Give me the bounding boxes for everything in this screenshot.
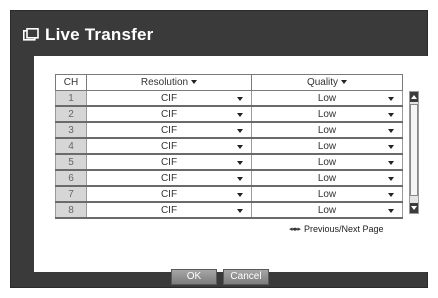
quality-select[interactable]: Low bbox=[251, 105, 403, 123]
channel-number: 7 bbox=[55, 185, 87, 203]
window-icon bbox=[23, 28, 39, 41]
chevron-down-icon bbox=[388, 145, 394, 149]
ch-column-header: CH bbox=[55, 74, 87, 91]
channel-number: 1 bbox=[55, 90, 87, 107]
table-row: 7 CIF Low bbox=[55, 185, 403, 203]
title-bar: Live Transfer bbox=[23, 23, 153, 47]
resolution-select[interactable]: CIF bbox=[86, 105, 252, 123]
quality-select[interactable]: Low bbox=[251, 201, 403, 219]
quality-select[interactable]: Low bbox=[251, 90, 403, 107]
chevron-down-icon bbox=[388, 97, 394, 101]
live-transfer-dialog: Live Transfer CH Resolution Quality 1 CI… bbox=[10, 10, 428, 288]
chevron-down-icon bbox=[237, 177, 243, 181]
resolution-select[interactable]: CIF bbox=[86, 121, 252, 139]
cancel-button[interactable]: Cancel bbox=[223, 268, 269, 285]
table-row: 8 CIF Low bbox=[55, 201, 403, 219]
resolution-select[interactable]: CIF bbox=[86, 137, 252, 155]
chevron-down-icon bbox=[388, 177, 394, 181]
channel-table: CH Resolution Quality 1 CIF Low 2 CIF Lo… bbox=[55, 74, 403, 219]
page-navigation[interactable]: ◂◂ ▸▸ Previous/Next Page bbox=[289, 224, 384, 234]
table-row: 4 CIF Low bbox=[55, 137, 403, 155]
chevron-down-icon bbox=[388, 161, 394, 165]
ok-button[interactable]: OK bbox=[171, 268, 217, 285]
arrow-up-icon bbox=[411, 95, 417, 99]
resolution-header-label: Resolution bbox=[140, 77, 189, 88]
chevron-down-icon bbox=[191, 80, 198, 85]
chevron-down-icon bbox=[237, 97, 243, 101]
table-scrollbar[interactable] bbox=[409, 91, 419, 214]
resolution-select[interactable]: CIF bbox=[86, 153, 252, 171]
chevron-down-icon bbox=[237, 145, 243, 149]
quality-column-header[interactable]: Quality bbox=[251, 74, 403, 91]
channel-number: 3 bbox=[55, 121, 87, 139]
resolution-select[interactable]: CIF bbox=[86, 185, 252, 203]
chevron-down-icon bbox=[237, 209, 243, 213]
quality-header-label: Quality bbox=[306, 77, 339, 88]
dialog-footer: OK Cancel bbox=[11, 264, 429, 289]
arrow-down-icon bbox=[411, 206, 417, 210]
table-header-row: CH Resolution Quality bbox=[55, 74, 403, 91]
channel-number: 2 bbox=[55, 105, 87, 123]
chevron-down-icon bbox=[237, 193, 243, 197]
chevron-down-icon bbox=[388, 193, 394, 197]
chevron-down-icon bbox=[388, 129, 394, 133]
quality-select[interactable]: Low bbox=[251, 121, 403, 139]
table-row: 6 CIF Low bbox=[55, 169, 403, 187]
channel-number: 4 bbox=[55, 137, 87, 155]
quality-select[interactable]: Low bbox=[251, 169, 403, 187]
quality-select[interactable]: Low bbox=[251, 185, 403, 203]
chevron-down-icon bbox=[388, 113, 394, 117]
chevron-down-icon bbox=[237, 129, 243, 133]
scroll-up-button[interactable] bbox=[410, 92, 418, 102]
dialog-title: Live Transfer bbox=[45, 25, 154, 44]
quality-select[interactable]: Low bbox=[251, 137, 403, 155]
table-row: 5 CIF Low bbox=[55, 153, 403, 171]
chevron-down-icon bbox=[237, 161, 243, 165]
chevron-down-icon bbox=[388, 209, 394, 213]
resolution-select[interactable]: CIF bbox=[86, 90, 252, 107]
content-panel: CH Resolution Quality 1 CIF Low 2 CIF Lo… bbox=[34, 56, 428, 272]
resolution-select[interactable]: CIF bbox=[86, 201, 252, 219]
page-navigation-label: Previous/Next Page bbox=[304, 224, 384, 234]
resolution-select[interactable]: CIF bbox=[86, 169, 252, 187]
table-row: 1 CIF Low bbox=[55, 90, 403, 107]
prev-next-arrows-icon[interactable]: ◂◂ ▸▸ bbox=[289, 225, 301, 233]
table-row: 2 CIF Low bbox=[55, 105, 403, 123]
table-row: 3 CIF Low bbox=[55, 121, 403, 139]
channel-number: 6 bbox=[55, 169, 87, 187]
scroll-thumb[interactable] bbox=[410, 104, 418, 196]
quality-select[interactable]: Low bbox=[251, 153, 403, 171]
chevron-down-icon bbox=[237, 113, 243, 117]
resolution-column-header[interactable]: Resolution bbox=[86, 74, 252, 91]
chevron-down-icon bbox=[341, 80, 348, 85]
scroll-down-button[interactable] bbox=[410, 203, 418, 213]
channel-number: 5 bbox=[55, 153, 87, 171]
channel-number: 8 bbox=[55, 201, 87, 219]
